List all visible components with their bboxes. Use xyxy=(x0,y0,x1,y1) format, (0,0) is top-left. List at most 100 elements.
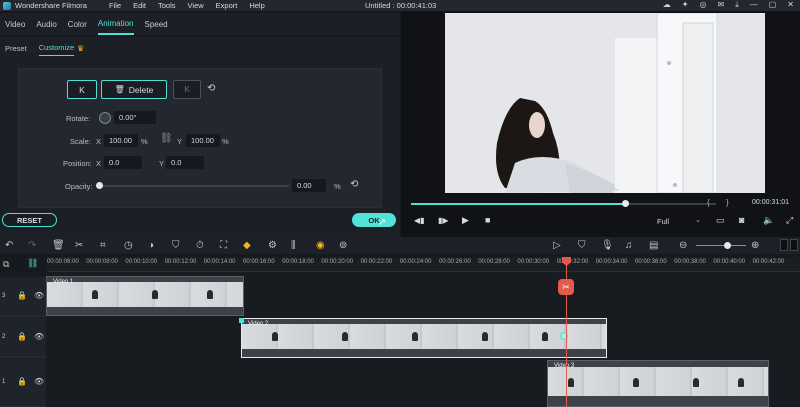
undo-icon[interactable]: ↶ xyxy=(5,240,13,251)
stop-icon[interactable]: ■ xyxy=(485,215,490,225)
microphone-icon[interactable]: 🎙 xyxy=(601,240,614,251)
playback-scrubber[interactable] xyxy=(621,200,629,207)
subtab-customize[interactable]: Customize xyxy=(38,40,75,56)
opacity-slider-handle[interactable] xyxy=(96,182,103,189)
title-bar: Wondershare Filmora File Edit Tools View… xyxy=(0,0,800,11)
lightbulb-icon[interactable]: ✦ xyxy=(682,0,689,10)
opacity-slider[interactable] xyxy=(99,185,289,187)
mark-out-icon[interactable]: } xyxy=(726,198,729,207)
video-clip-2[interactable]: Video 2 xyxy=(241,318,607,358)
opacity-field[interactable]: 0.00 xyxy=(292,179,326,192)
step-back-icon[interactable]: ◀▮ xyxy=(414,216,425,225)
ruler-tick-label: 00:00:22:00 xyxy=(360,259,393,265)
thumbnail-figure xyxy=(342,332,348,341)
property-tabs: Video Audio Color Animation Speed xyxy=(0,13,400,35)
reset-keyframe-icon[interactable]: ⟲ xyxy=(207,83,215,94)
link-icon[interactable]: ⛓ xyxy=(160,133,173,144)
zoom-fit-icon[interactable]: ⛶ xyxy=(220,240,227,251)
chevron-down-icon[interactable]: ⌄ xyxy=(695,216,701,224)
green-screen-icon[interactable]: ⛉ xyxy=(172,240,180,251)
scale-y-field[interactable]: 100.00 xyxy=(186,134,220,147)
mail-icon[interactable]: ✉ xyxy=(717,0,724,10)
redo-icon[interactable]: ↷ xyxy=(28,240,36,251)
crop-icon[interactable]: ⌗ xyxy=(100,240,106,251)
reset-opacity-icon[interactable]: ⟲ xyxy=(350,179,358,190)
step-forward-icon[interactable]: ▮▶ xyxy=(438,216,449,225)
auto-highlight-icon[interactable]: ◉ xyxy=(316,240,325,251)
speed-ramp-icon[interactable]: ⊚ xyxy=(339,240,347,251)
tab-color[interactable]: Color xyxy=(68,15,87,34)
lock-icon[interactable]: 🔒 xyxy=(17,332,27,341)
maximize-icon[interactable]: ▢ xyxy=(769,0,777,10)
cut-icon[interactable]: ✂ xyxy=(75,240,83,251)
headset-icon[interactable]: ◎ xyxy=(700,0,707,10)
zoom-slider[interactable] xyxy=(696,245,746,246)
monitor-icon[interactable]: ▭ xyxy=(716,215,725,226)
menu-edit[interactable]: Edit xyxy=(133,1,146,10)
snap-link-icon[interactable]: ⛓ xyxy=(27,258,38,269)
delete-keyframe-button[interactable]: 🗑 Delete xyxy=(101,80,167,99)
split-scissors-icon[interactable]: ✂ xyxy=(558,279,574,295)
marker-icon[interactable]: ⛉ xyxy=(578,240,586,251)
scale-x-field[interactable]: 100.00 xyxy=(104,134,138,147)
eye-icon[interactable]: 👁 xyxy=(34,332,44,341)
music-icon[interactable]: ♫ xyxy=(625,240,633,251)
audio-mixer-icon[interactable]: ⫼ xyxy=(291,240,296,251)
tab-speed[interactable]: Speed xyxy=(145,15,168,34)
menu-tools[interactable]: Tools xyxy=(158,1,176,10)
download-icon[interactable]: ⤓ xyxy=(735,0,739,10)
playback-progress xyxy=(411,203,625,205)
adjust-icon[interactable]: ⚙ xyxy=(268,240,277,251)
reset-button[interactable]: RESET xyxy=(2,213,57,227)
panel-toggle-icon-2[interactable] xyxy=(790,239,798,251)
eye-icon[interactable]: 👁 xyxy=(34,291,44,300)
ruler-tick-label: 00:00:10:00 xyxy=(125,259,158,265)
thumbnail-figure xyxy=(568,378,574,387)
zoom-out-icon[interactable]: ⊖ xyxy=(679,240,687,251)
eye-icon[interactable]: 👁 xyxy=(34,377,44,386)
video-clip-3[interactable]: Video 3 xyxy=(547,360,769,407)
snapshot-icon[interactable]: ◙ xyxy=(739,215,744,225)
duration-icon[interactable]: ⏱ xyxy=(196,240,204,251)
lock-icon[interactable]: 🔒 xyxy=(17,377,27,386)
menu-help[interactable]: Help xyxy=(249,1,264,10)
position-x-field[interactable]: 0.0 xyxy=(104,156,142,169)
menu-file[interactable]: File xyxy=(109,1,121,10)
panel-toggle-icon[interactable] xyxy=(780,239,788,251)
minimize-icon[interactable]: — xyxy=(750,0,758,10)
play-icon[interactable]: ▶ xyxy=(462,215,469,226)
rotate-field[interactable]: 0.00° xyxy=(114,111,156,124)
color-icon[interactable]: ◑ xyxy=(148,240,154,251)
lock-icon[interactable]: 🔒 xyxy=(17,291,27,300)
render-icon[interactable]: ▷ xyxy=(553,240,561,251)
tab-audio[interactable]: Audio xyxy=(36,15,56,34)
video-clip-1[interactable]: Video 1 xyxy=(46,276,244,316)
video-preview xyxy=(445,13,765,193)
subtitle-icon[interactable]: ▤ xyxy=(649,240,658,251)
cloud-icon[interactable]: ☁ xyxy=(663,0,671,10)
keyframe-marker-icon[interactable] xyxy=(239,318,244,323)
tab-animation[interactable]: Animation xyxy=(97,14,134,35)
zoom-slider-handle[interactable] xyxy=(724,242,731,249)
delete-icon[interactable]: 🗑 xyxy=(52,240,65,251)
position-y-field[interactable]: 0.0 xyxy=(166,156,204,169)
menu-view[interactable]: View xyxy=(188,1,204,10)
mark-in-icon[interactable]: { xyxy=(707,198,710,207)
position-label: Position: xyxy=(63,159,92,168)
close-icon[interactable]: ✕ xyxy=(787,0,794,10)
rotate-dial[interactable] xyxy=(99,112,111,124)
subtab-preset[interactable]: Preset xyxy=(5,41,27,56)
track-number: 3 xyxy=(2,293,6,299)
add-track-icon[interactable]: ⧉ xyxy=(3,259,9,270)
zoom-in-icon[interactable]: ⊕ xyxy=(751,240,759,251)
tab-video[interactable]: Video xyxy=(5,15,25,34)
fullscreen-icon[interactable]: ⤢ xyxy=(786,215,793,226)
quality-select[interactable]: Full xyxy=(657,217,669,226)
ok-button[interactable]: OK xyxy=(352,213,396,227)
volume-icon[interactable]: 🔈 xyxy=(763,215,774,226)
menu-export[interactable]: Export xyxy=(216,1,238,10)
speed-icon[interactable]: ◷ xyxy=(124,240,133,251)
next-keyframe-button[interactable]: K xyxy=(173,80,201,99)
keyframe-icon[interactable]: ◆ xyxy=(243,240,251,251)
previous-keyframe-button[interactable]: K xyxy=(67,80,97,99)
